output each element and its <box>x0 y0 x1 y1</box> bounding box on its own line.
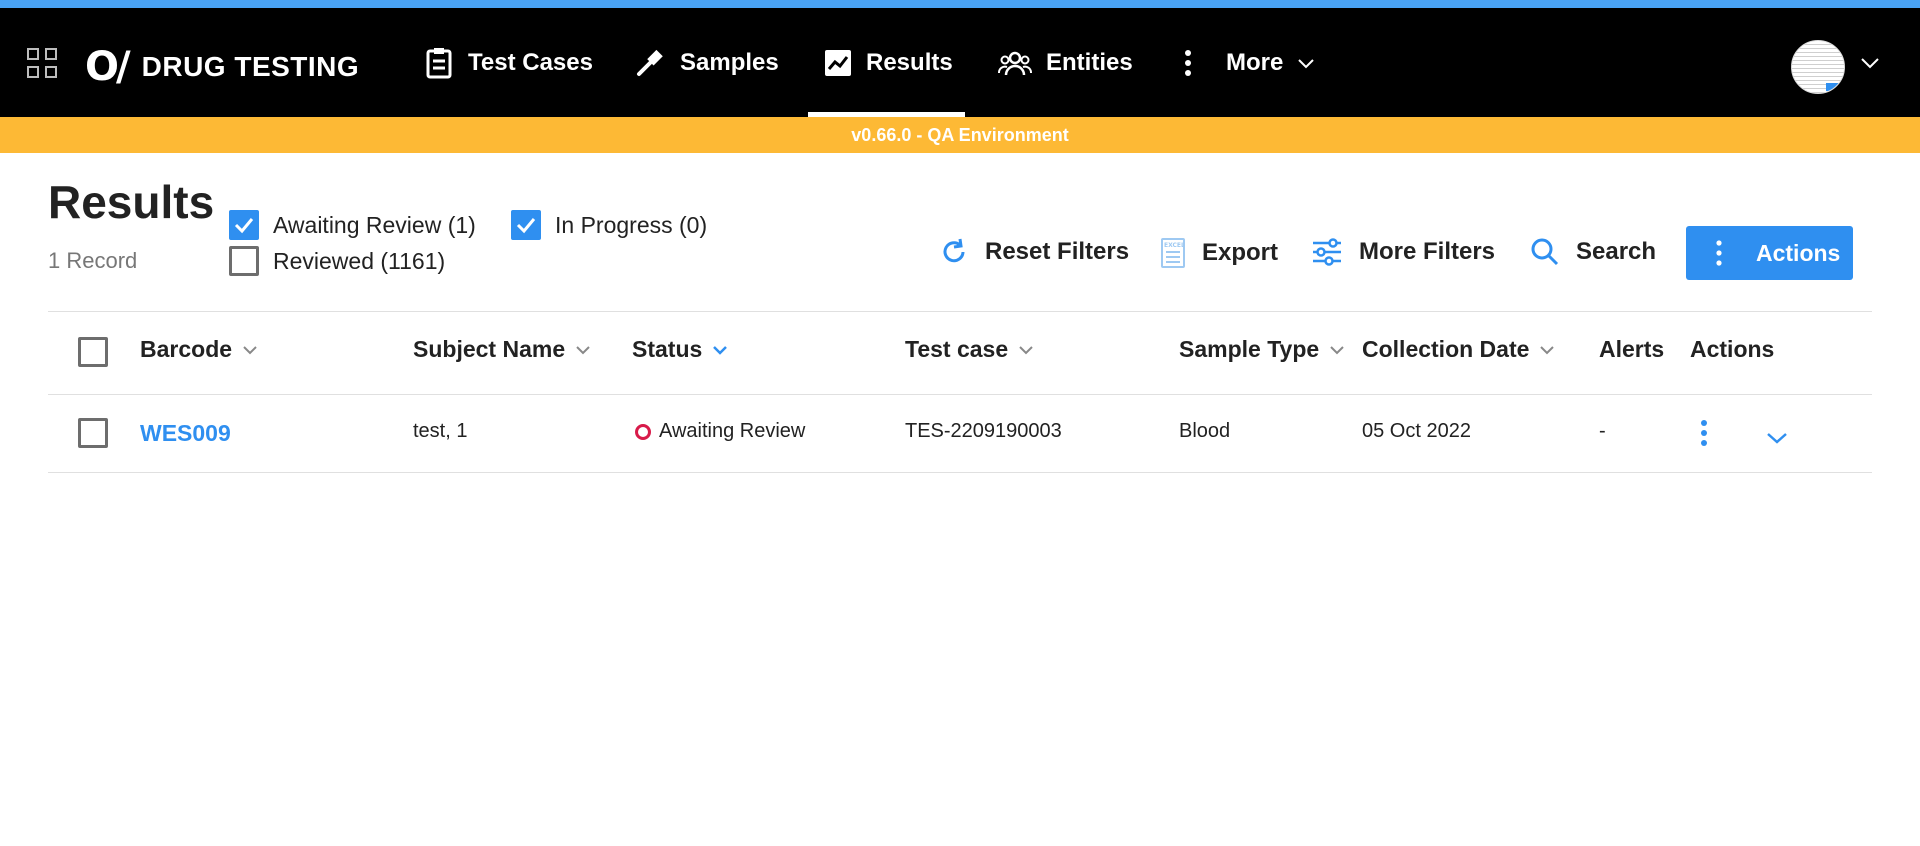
column-header-barcode[interactable]: Barcode <box>140 336 258 363</box>
nav-item-label: More <box>1226 48 1284 76</box>
chevron-down-icon <box>1298 58 1315 68</box>
search-icon <box>1531 238 1559 266</box>
column-label: Sample Type <box>1179 336 1320 362</box>
actions-label: Actions <box>1756 239 1841 266</box>
reset-filters-button[interactable]: Reset Filters <box>939 237 1129 267</box>
collection-date: 05 Oct 2022 <box>1362 420 1471 442</box>
column-label: Alerts <box>1599 336 1665 362</box>
chevron-down-icon <box>576 345 590 354</box>
filter-awaiting-review[interactable]: Awaiting Review (1) <box>229 210 476 240</box>
top-navigation: O/ DRUG TESTING Test Cases Samples Resul… <box>0 8 1920 117</box>
more-filters-label: More Filters <box>1359 238 1496 265</box>
row-divider <box>48 472 1872 473</box>
sliders-icon <box>1313 238 1341 266</box>
search-button[interactable]: Search <box>1530 237 1656 267</box>
chart-line-icon <box>825 49 851 76</box>
column-label: Actions <box>1690 336 1775 362</box>
column-header-sample-type[interactable]: Sample Type <box>1179 336 1345 363</box>
clipboard-icon <box>426 47 452 78</box>
column-label: Status <box>632 336 703 362</box>
nav-item-entities[interactable]: Entities <box>998 8 1133 117</box>
column-label: Collection Date <box>1362 336 1530 362</box>
row-kebab-icon[interactable] <box>1700 419 1708 447</box>
column-label: Test case <box>905 336 1009 362</box>
chevron-down-icon <box>1330 345 1344 354</box>
nav-item-label: Entities <box>1046 48 1133 76</box>
test-case: TES-2209190003 <box>905 420 1062 442</box>
actions-button[interactable]: Actions <box>1686 226 1853 280</box>
nav-item-results[interactable]: Results <box>808 8 965 117</box>
status-cell: Awaiting Review <box>635 420 805 443</box>
nav-item-more[interactable]: More <box>1184 8 1329 117</box>
nav-item-test-cases[interactable]: Test Cases <box>424 8 593 117</box>
refresh-icon <box>943 238 965 263</box>
app-logo[interactable]: O/ DRUG TESTING <box>85 44 359 90</box>
excel-file-icon: EXCEL <box>1161 238 1185 268</box>
status-indicator-icon <box>635 423 651 440</box>
barcode-link[interactable]: WES009 <box>140 420 231 447</box>
export-label: Export <box>1202 239 1279 266</box>
expand-row-chevron-icon[interactable] <box>1766 431 1788 445</box>
status-label: Awaiting Review <box>659 420 806 442</box>
reset-filters-label: Reset Filters <box>985 238 1130 265</box>
nav-item-label: Results <box>866 48 953 76</box>
kebab-icon <box>1185 49 1191 76</box>
column-header-test-case[interactable]: Test case <box>905 336 1034 363</box>
sample-type: Blood <box>1179 420 1231 442</box>
page-title: Results <box>48 176 215 228</box>
chevron-down-icon[interactable] <box>1860 56 1880 70</box>
column-header-collection-date[interactable]: Collection Date <box>1362 336 1555 363</box>
column-header-status[interactable]: Status <box>632 336 728 363</box>
chevron-down-icon <box>1019 345 1033 354</box>
filter-in-progress[interactable]: In Progress (0) <box>511 210 707 240</box>
top-accent-bar <box>0 0 1920 8</box>
header-divider <box>48 394 1872 395</box>
people-icon <box>998 51 1032 75</box>
filter-label: In Progress (0) <box>555 211 708 238</box>
record-count: 1 Record <box>48 248 138 273</box>
subject-name: test, 1 <box>413 420 468 442</box>
chevron-down-icon <box>1540 345 1555 354</box>
column-label: Barcode <box>140 336 233 362</box>
filter-reviewed[interactable]: Reviewed (1161) <box>229 246 445 276</box>
filter-label: Awaiting Review (1) <box>273 211 476 238</box>
kebab-icon <box>1716 240 1722 266</box>
pipette-icon <box>637 49 663 76</box>
column-label: Subject Name <box>413 336 566 362</box>
apps-grid-icon[interactable] <box>27 48 57 78</box>
checkbox[interactable] <box>229 246 259 276</box>
checkbox[interactable] <box>511 210 541 240</box>
row-checkbox[interactable] <box>78 418 108 448</box>
column-header-actions: Actions <box>1690 336 1774 363</box>
nav-item-samples[interactable]: Samples <box>634 8 779 117</box>
column-header-alerts: Alerts <box>1599 336 1664 363</box>
alerts: - <box>1599 420 1606 442</box>
check-icon <box>516 218 536 234</box>
app-name: DRUG TESTING <box>141 51 360 82</box>
select-all-checkbox[interactable] <box>78 337 108 367</box>
nav-item-label: Test Cases <box>468 48 593 76</box>
environment-banner: v0.66.0 - QA Environment <box>0 117 1920 153</box>
chevron-down-icon <box>243 345 257 354</box>
column-header-subject-name[interactable]: Subject Name <box>413 336 591 363</box>
divider <box>48 311 1872 312</box>
user-avatar[interactable] <box>1791 40 1845 94</box>
checkbox[interactable] <box>229 210 259 240</box>
export-button[interactable]: EXCEL Export <box>1160 237 1278 269</box>
chevron-down-icon <box>713 345 728 355</box>
check-icon <box>234 218 254 234</box>
filter-label: Reviewed (1161) <box>273 247 446 274</box>
search-label: Search <box>1576 238 1657 265</box>
logo-mark: O/ <box>85 44 131 90</box>
more-filters-button[interactable]: More Filters <box>1311 237 1495 267</box>
excel-icon-text: EXCEL <box>1164 242 1185 249</box>
nav-item-label: Samples <box>680 48 779 76</box>
